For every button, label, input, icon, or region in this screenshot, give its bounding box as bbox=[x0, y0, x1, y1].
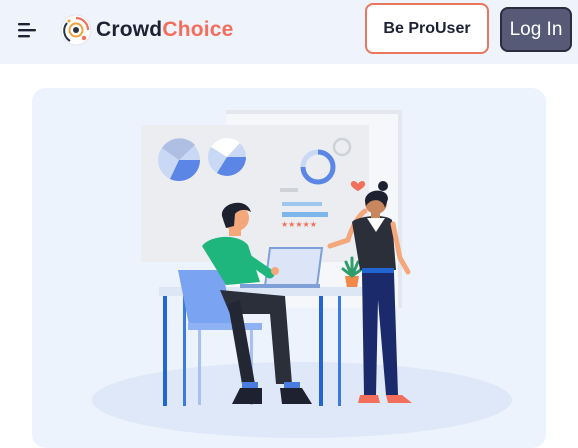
brand-logo[interactable]: CrowdChoice bbox=[60, 11, 234, 49]
hero-illustration: ★★★★★ bbox=[92, 110, 512, 438]
top-header: CrowdChoice Be ProUser Log In bbox=[0, 0, 578, 64]
crowdchoice-logo-icon bbox=[60, 14, 92, 46]
brand-name-part1: Crowd bbox=[96, 18, 163, 41]
svg-text:★★★★★: ★★★★★ bbox=[281, 220, 317, 229]
brand-name: CrowdChoice bbox=[96, 18, 234, 42]
menu-icon[interactable] bbox=[16, 20, 38, 40]
brand-name-part2: Choice bbox=[162, 18, 234, 41]
hero-card: ★★★★★ bbox=[32, 88, 546, 448]
be-prouser-button[interactable]: Be ProUser bbox=[365, 3, 489, 54]
login-button[interactable]: Log In bbox=[500, 7, 572, 52]
